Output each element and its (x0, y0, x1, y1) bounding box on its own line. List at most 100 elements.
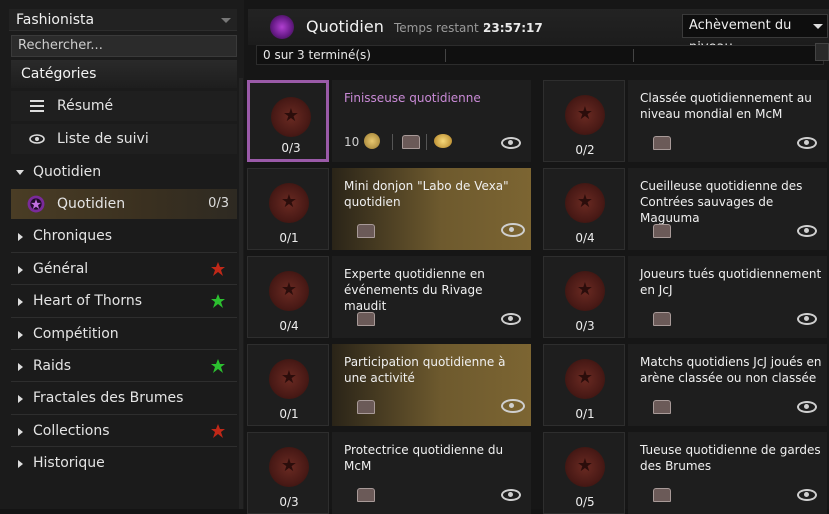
achievement-name: Mini donjon "Labo de Vexa" quotidien (344, 179, 509, 209)
achievement-icon-box[interactable]: ★ 0/3 (247, 80, 329, 162)
sidebar-item-general[interactable]: Général (11, 254, 237, 284)
achievement-card[interactable]: ★ 0/2 Classée quotidiennement au niveau mo… (540, 78, 827, 162)
achievement-card[interactable]: ★ 0/3 Finisseuse quotidienne 10 (244, 78, 531, 162)
achievement-icon-box[interactable]: ★ 0/4 (543, 168, 625, 250)
achievement-name: Tueuse quotidienne de gardes des Brumes (640, 443, 821, 473)
list-icon (30, 100, 44, 112)
expand-right-icon (18, 331, 23, 339)
chest-icon[interactable] (653, 224, 671, 238)
divider (11, 446, 237, 447)
new-badge-icon (211, 359, 225, 373)
sidebar-item-heart-of-thorns[interactable]: Heart of Thorns (11, 286, 237, 316)
achievement-icon-box[interactable]: ★ 0/1 (543, 344, 625, 426)
sidebar-item-raids[interactable]: Raids (11, 351, 237, 381)
star-icon: ★ (280, 191, 298, 212)
achievement-card[interactable]: ★ 0/1 Mini donjon "Labo de Vexa" quotidien (244, 166, 531, 250)
chest-icon[interactable] (653, 312, 671, 326)
achievement-info[interactable]: Experte quotidienne en événements du Riv… (332, 256, 531, 338)
achievement-info[interactable]: Matchs quotidiens JcJ joués en arène cla… (628, 344, 827, 426)
achievement-info[interactable]: Cueilleuse quotidienne des Contrées sauv… (628, 168, 827, 250)
scroll-up-icon[interactable] (815, 43, 829, 61)
sidebar-item-quotidien[interactable]: Quotidien 0/3 (11, 189, 237, 219)
chest-icon[interactable] (357, 488, 375, 502)
expand-right-icon (18, 428, 23, 436)
chest-icon[interactable] (653, 488, 671, 502)
achievement-info[interactable]: Protectrice quotidienne du McM (332, 432, 531, 514)
sidebar-item-collections[interactable]: Collections (11, 416, 237, 446)
achievement-point-icon (364, 133, 380, 149)
achievement-progress-count: 0/1 (279, 407, 299, 421)
sidebar-item-quotidien-group[interactable]: Quotidien (11, 157, 237, 187)
achievement-icon-box[interactable]: ★ 0/1 (247, 168, 329, 250)
achievement-info[interactable]: Joueurs tués quotidiennement en JcJ (628, 256, 827, 338)
watch-eye-icon[interactable] (797, 401, 817, 413)
expand-right-icon (18, 298, 23, 306)
watch-eye-icon[interactable] (501, 399, 525, 413)
page-title: Quotidien (306, 17, 384, 36)
achievement-info[interactable]: Mini donjon "Labo de Vexa" quotidien (332, 168, 531, 250)
achievement-progress-count: 0/4 (575, 231, 595, 245)
search-input[interactable]: Rechercher... (11, 35, 237, 57)
watch-eye-icon[interactable] (501, 313, 521, 325)
achievement-card[interactable]: ★ 0/3 Protectrice quotidienne du McM (244, 430, 531, 514)
chest-icon[interactable] (653, 400, 671, 414)
sort-dropdown[interactable]: Achèvement du niveau (682, 14, 828, 55)
star-icon: ★ (282, 105, 300, 126)
sidebar-item-label: Raids (33, 358, 72, 374)
chest-icon[interactable] (402, 135, 420, 149)
achievement-progress-count: 0/4 (279, 319, 299, 333)
watch-eye-icon[interactable] (797, 225, 817, 237)
achievement-card[interactable]: ★ 0/3 Joueurs tués quotidiennement en JcJ (540, 254, 827, 338)
achievement-name: Experte quotidienne en événements du Riv… (344, 267, 485, 313)
sidebar-item-label: Résumé (57, 98, 114, 114)
sidebar-item-resume[interactable]: Résumé (11, 91, 237, 121)
achievement-progress-count: 0/3 (575, 319, 595, 333)
achievement-emblem-icon: ★ (269, 447, 309, 487)
chevron-down-icon (813, 24, 823, 29)
search-placeholder: Rechercher... (18, 38, 103, 53)
achievement-card[interactable]: ★ 0/5 Tueuse quotidienne de gardes des Bru… (540, 430, 827, 514)
achievement-icon-box[interactable]: ★ 0/1 (247, 344, 329, 426)
sidebar-item-historique[interactable]: Historique (11, 448, 237, 478)
sidebar-item-fractales[interactable]: Fractales des Brumes (11, 383, 237, 413)
achievement-icon-box[interactable]: ★ 0/2 (543, 80, 625, 162)
watch-eye-icon[interactable] (797, 313, 817, 325)
sidebar-item-watchlist[interactable]: Liste de suivi (11, 124, 237, 154)
chest-icon[interactable] (653, 136, 671, 150)
achievement-card[interactable]: ★ 0/1 Matchs quotidiens JcJ joués en arène… (540, 342, 827, 426)
achievement-info[interactable]: Participation quotidienne à une activité (332, 344, 531, 426)
chest-icon[interactable] (357, 400, 375, 414)
achievement-info[interactable]: Tueuse quotidienne de gardes des Brumes (628, 432, 827, 514)
star-icon: ★ (576, 279, 594, 300)
watch-eye-icon[interactable] (501, 489, 521, 501)
achievement-card[interactable]: ★ 0/1 Participation quotidienne à une acti… (244, 342, 531, 426)
achievement-card[interactable]: ★ 0/4 Cueilleuse quotidienne des Contrées … (540, 166, 827, 250)
watch-eye-icon[interactable] (797, 489, 817, 501)
achievement-icon-box[interactable]: ★ 0/3 (543, 256, 625, 338)
expand-down-icon (16, 170, 24, 175)
achievement-icon-box[interactable]: ★ 0/4 (247, 256, 329, 338)
achievement-info[interactable]: Finisseuse quotidienne 10 (332, 80, 531, 162)
sidebar-item-label: Quotidien (33, 164, 102, 180)
chest-icon[interactable] (357, 312, 375, 326)
achievement-emblem-icon: ★ (269, 271, 309, 311)
watch-eye-icon[interactable] (501, 223, 525, 237)
achievement-emblem-icon: ★ (565, 359, 605, 399)
sidebar-item-chroniques[interactable]: Chroniques (11, 221, 237, 251)
achievement-icon-box[interactable]: ★ 0/3 (247, 432, 329, 514)
sidebar: Fashionista Rechercher... Catégories Rés… (0, 0, 244, 509)
sidebar-item-count: 0/3 (208, 196, 229, 211)
achievement-info[interactable]: Classée quotidiennement au niveau mondia… (628, 80, 827, 162)
watch-eye-icon[interactable] (501, 137, 521, 149)
achievement-progress-count: 0/3 (281, 141, 301, 155)
achievement-icon-box[interactable]: ★ 0/5 (543, 432, 625, 514)
gold-icon[interactable] (434, 134, 452, 148)
character-select[interactable]: Fashionista (9, 9, 237, 31)
scrollbar-track[interactable] (239, 78, 243, 509)
achievement-emblem-icon: ★ (269, 359, 309, 399)
chest-icon[interactable] (357, 224, 375, 238)
star-icon: ★ (280, 367, 298, 388)
achievement-card[interactable]: ★ 0/4 Experte quotidienne en événements du… (244, 254, 531, 338)
sidebar-item-competition[interactable]: Compétition (11, 319, 237, 349)
watch-eye-icon[interactable] (797, 137, 817, 149)
